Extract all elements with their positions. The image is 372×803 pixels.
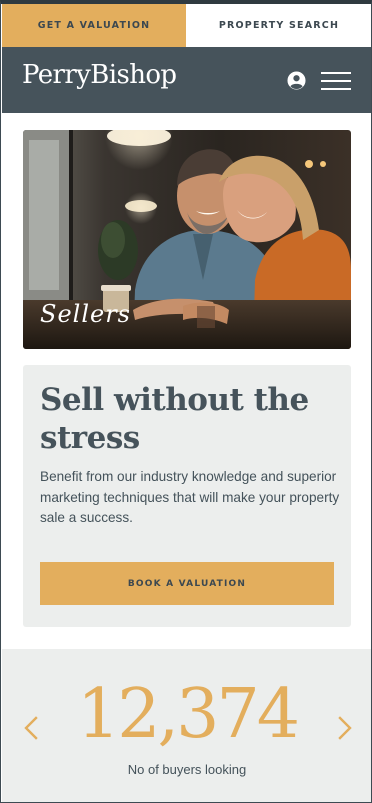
site-header: PerryBishop: [2, 47, 371, 113]
chevron-right-icon[interactable]: [336, 715, 354, 741]
user-circle-icon[interactable]: [287, 71, 306, 90]
book-valuation-button[interactable]: BOOK A VALUATION: [40, 562, 334, 605]
stats-carousel: 12,374 No of buyers looking: [2, 649, 371, 802]
top-tabs: GET A VALUATION PROPERTY SEARCH: [2, 4, 371, 47]
sellers-label: Sellers: [40, 300, 131, 328]
sell-info-card: Sell without the stress Benefit from our…: [23, 365, 351, 627]
hamburger-menu-icon[interactable]: [321, 71, 351, 91]
card-description: Benefit from our industry knowledge and …: [40, 469, 340, 525]
get-valuation-tab[interactable]: GET A VALUATION: [2, 4, 186, 47]
property-search-tab[interactable]: PROPERTY SEARCH: [186, 4, 371, 47]
buyers-count: 12,374: [77, 675, 300, 754]
page-frame: GET A VALUATION PROPERTY SEARCH PerryBis…: [0, 0, 372, 803]
sellers-hero-image[interactable]: Sellers: [23, 130, 351, 349]
perry-bishop-logo[interactable]: PerryBishop: [22, 60, 177, 90]
buyers-count-label: No of buyers looking: [127, 762, 247, 777]
card-title: Sell without the stress: [40, 382, 309, 456]
